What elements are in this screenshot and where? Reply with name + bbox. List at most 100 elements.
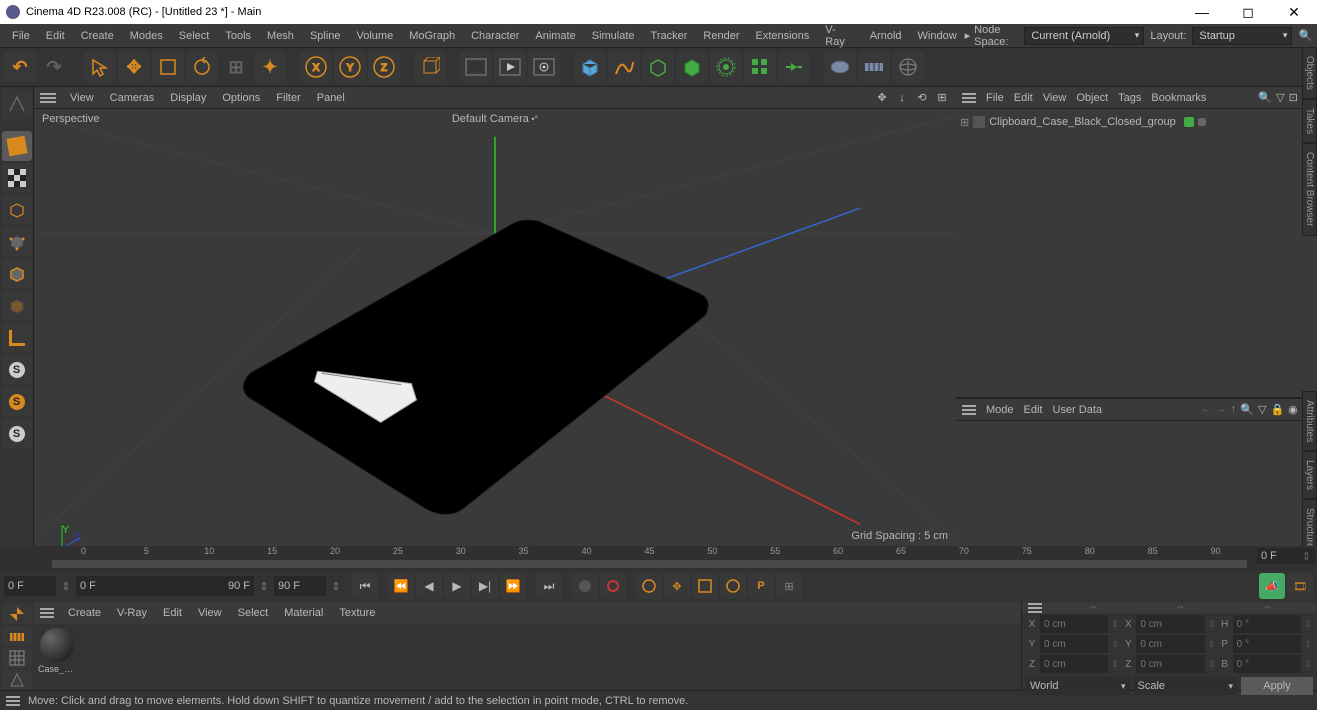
pos-y-field[interactable]: 0 cm — [1040, 635, 1108, 653]
redo-button[interactable]: ↷ — [38, 51, 70, 83]
goto-next-key-button[interactable]: ⏩ — [500, 573, 526, 599]
add-deformer[interactable] — [676, 51, 708, 83]
attr-search-icon[interactable]: 🔍 — [1240, 403, 1254, 416]
vp-menu-display[interactable]: Display — [162, 92, 214, 104]
object-tree[interactable]: ⊞ Clipboard_Case_Black_Closed_group — [956, 109, 1317, 399]
timeline-sound-icon[interactable]: 📣 — [1259, 573, 1285, 599]
step-fwd-button[interactable]: ▶| — [472, 573, 498, 599]
menu-mograph[interactable]: MoGraph — [401, 24, 463, 47]
add-spline[interactable] — [608, 51, 640, 83]
viewport[interactable]: Perspective Default Camera •° Grid Spaci… — [34, 109, 956, 546]
menu-select[interactable]: Select — [171, 24, 218, 47]
move-tool[interactable]: ✥ — [118, 51, 150, 83]
om-view[interactable]: View — [1043, 92, 1067, 104]
polygon-mode[interactable] — [2, 291, 32, 321]
vtab-layers[interactable]: Layers — [1302, 451, 1317, 499]
add-camera[interactable] — [824, 51, 856, 83]
vp-zoom-icon[interactable]: ↓ — [894, 90, 910, 106]
snap-s3[interactable]: S — [2, 419, 32, 449]
pos-z-field[interactable]: 0 cm — [1040, 655, 1108, 673]
hamburger-icon[interactable] — [962, 405, 976, 415]
vp-menu-options[interactable]: Options — [214, 92, 268, 104]
render-view[interactable] — [460, 51, 492, 83]
play-button[interactable]: ▶ — [444, 573, 470, 599]
frame-current-field[interactable]: 0 F — [4, 576, 56, 596]
lt2-tool4[interactable] — [2, 670, 32, 690]
menu-file[interactable]: File — [4, 24, 38, 47]
snap-s2[interactable]: S — [2, 387, 32, 417]
menu-spline[interactable]: Spline — [302, 24, 349, 47]
attr-fwd-icon[interactable]: → — [1216, 403, 1227, 416]
minimize-button[interactable]: ― — [1179, 0, 1225, 24]
om-search-icon[interactable]: 🔍 — [1258, 91, 1272, 104]
lt2-tool2[interactable] — [2, 626, 32, 646]
om-tags[interactable]: Tags — [1118, 92, 1141, 104]
node-space-dropdown[interactable]: Current (Arnold) — [1024, 27, 1144, 45]
om-bookmarks[interactable]: Bookmarks — [1151, 92, 1206, 104]
size-z-field[interactable]: 0 cm — [1136, 655, 1204, 673]
mat-edit[interactable]: Edit — [155, 607, 190, 619]
hamburger-icon[interactable] — [1028, 603, 1042, 613]
rot-p-field[interactable]: 0 ° — [1233, 635, 1301, 653]
key-position[interactable]: ✥ — [664, 573, 690, 599]
render-dot[interactable] — [1198, 118, 1206, 126]
vtab-content[interactable]: Content Browser — [1302, 143, 1317, 235]
add-volume[interactable] — [778, 51, 810, 83]
workplane-mode[interactable] — [2, 195, 32, 225]
mat-texture[interactable]: Texture — [331, 607, 383, 619]
step-back-button[interactable]: ◀ — [416, 573, 442, 599]
timeline-film-icon[interactable]: 🎞 — [1287, 573, 1313, 599]
y-axis-lock[interactable]: Y — [334, 51, 366, 83]
timeline-end-field[interactable]: 0 F⇕ — [1257, 548, 1315, 564]
last-tool[interactable]: ⊞ — [220, 51, 252, 83]
coord-system[interactable] — [414, 51, 446, 83]
make-editable[interactable] — [2, 89, 32, 119]
autokey-button[interactable] — [600, 573, 626, 599]
vtab-takes[interactable]: Takes — [1302, 99, 1317, 143]
menu-window[interactable]: Window — [910, 24, 965, 47]
point-mode[interactable] — [2, 227, 32, 257]
maximize-button[interactable]: ◻ — [1225, 0, 1271, 24]
vp-rotate-icon[interactable]: ⟲ — [914, 90, 930, 106]
attr-edit[interactable]: Edit — [1024, 404, 1043, 416]
mat-select[interactable]: Select — [230, 607, 277, 619]
search-icon[interactable]: 🔍 — [1298, 28, 1313, 44]
rotate-tool[interactable] — [186, 51, 218, 83]
menu-animate[interactable]: Animate — [527, 24, 583, 47]
mat-vray[interactable]: V-Ray — [109, 607, 155, 619]
place-tool[interactable]: ✦ — [254, 51, 286, 83]
model-mode[interactable] — [2, 131, 32, 161]
mat-create[interactable]: Create — [60, 607, 109, 619]
goto-end-button[interactable]: ⏭ — [536, 573, 562, 599]
hamburger-icon[interactable] — [40, 93, 56, 103]
lt2-tool1[interactable] — [2, 604, 32, 624]
om-edit[interactable]: Edit — [1014, 92, 1033, 104]
vp-nav-icon[interactable]: ✥ — [874, 90, 890, 106]
material-swatch[interactable]: Case_Ma — [38, 628, 76, 674]
select-tool[interactable] — [84, 51, 116, 83]
attr-eye-icon[interactable]: ◉ — [1288, 403, 1298, 416]
axis-mode[interactable] — [2, 323, 32, 353]
menu-simulate[interactable]: Simulate — [584, 24, 643, 47]
key-selection[interactable] — [636, 573, 662, 599]
key-rotation[interactable] — [720, 573, 746, 599]
texture-mode[interactable] — [2, 163, 32, 193]
snap-s1[interactable]: S — [2, 355, 32, 385]
z-axis-lock[interactable]: Z — [368, 51, 400, 83]
menu-render[interactable]: Render — [695, 24, 747, 47]
menu-arnold[interactable]: Arnold — [862, 24, 910, 47]
time-ruler[interactable]: 0 5 10 15 20 25 30 35 40 45 50 55 60 65 … — [0, 546, 1317, 570]
coord-apply-button[interactable]: Apply — [1241, 677, 1313, 695]
render-picture-viewer[interactable] — [494, 51, 526, 83]
add-generator[interactable] — [642, 51, 674, 83]
x-axis-lock[interactable]: X — [300, 51, 332, 83]
close-button[interactable]: ✕ — [1271, 0, 1317, 24]
goto-prev-key-button[interactable]: ⏪ — [388, 573, 414, 599]
layout-dropdown[interactable]: Startup — [1192, 27, 1292, 45]
vp-layout-icon[interactable]: ⊞ — [934, 90, 950, 106]
size-x-field[interactable]: 0 cm — [1136, 615, 1204, 633]
om-filter-icon[interactable]: ▽ — [1276, 91, 1284, 104]
menu-create[interactable]: Create — [73, 24, 122, 47]
attr-up-icon[interactable]: ↑ — [1231, 403, 1237, 416]
vp-menu-filter[interactable]: Filter — [268, 92, 308, 104]
